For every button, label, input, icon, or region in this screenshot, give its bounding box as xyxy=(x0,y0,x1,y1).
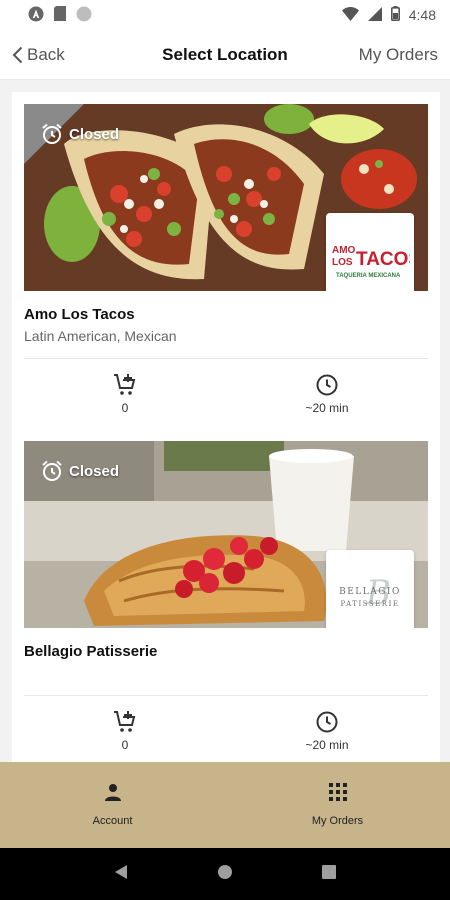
top-navigation-bar: Back Select Location My Orders xyxy=(0,30,450,80)
app-notification-icon xyxy=(28,6,44,25)
bottom-nav-account[interactable]: Account xyxy=(0,762,225,848)
wait-time: ~20 min xyxy=(305,401,349,415)
clock-icon xyxy=(316,374,338,396)
location-list-panel: Closed AMO LOS TACOS TAQUERIA MEXICANA A… xyxy=(12,92,440,762)
logo-text-tacos: TACOS xyxy=(356,249,410,270)
clock-time: 4:48 xyxy=(408,7,436,23)
person-icon xyxy=(104,784,121,801)
recents-square-icon[interactable] xyxy=(321,864,336,884)
closed-badge: Closed xyxy=(40,122,119,146)
location-card-amo-los-tacos[interactable]: Closed AMO LOS TACOS TAQUERIA MEXICANA A… xyxy=(24,104,428,429)
wifi-icon xyxy=(341,6,359,24)
location-image: Closed AMO LOS TACOS TAQUERIA MEXICANA xyxy=(24,104,428,291)
back-triangle-icon[interactable] xyxy=(114,864,128,885)
add-to-cart-icon xyxy=(114,711,136,732)
chevron-left-icon xyxy=(12,46,23,63)
location-image: Closed B BELLAGIO PATISSERIE xyxy=(24,441,428,628)
add-to-cart-icon xyxy=(114,374,136,395)
location-cuisine xyxy=(24,665,428,683)
location-list: Closed AMO LOS TACOS TAQUERIA MEXICANA A… xyxy=(0,80,450,762)
location-card-bellagio-patisserie[interactable]: Closed B BELLAGIO PATISSERIE Bellagio Pa… xyxy=(24,441,428,762)
status-label: Closed xyxy=(69,125,120,143)
sim-card-icon xyxy=(54,6,66,24)
bottom-navigation: Account My Orders xyxy=(0,762,450,848)
my-orders-link[interactable]: My Orders xyxy=(359,45,438,65)
cart-stat: 0 xyxy=(24,710,226,752)
location-cuisine: Latin American, Mexican xyxy=(24,328,177,344)
clock-icon xyxy=(316,711,338,733)
alarm-clock-icon xyxy=(42,460,62,481)
account-label: Account xyxy=(92,815,133,827)
back-button[interactable]: Back xyxy=(12,45,65,65)
wait-time: ~20 min xyxy=(305,738,349,752)
alarm-clock-icon xyxy=(42,123,62,144)
bottom-nav-my-orders[interactable]: My Orders xyxy=(225,762,450,848)
wait-time-stat: ~20 min xyxy=(226,373,428,415)
status-label: Closed xyxy=(69,462,120,480)
logo-text-los: LOS xyxy=(332,257,353,268)
battery-icon xyxy=(390,6,400,24)
cart-count: 0 xyxy=(121,738,129,752)
cart-stat: 0 xyxy=(24,373,226,415)
logo-text-amo: AMO xyxy=(332,245,356,256)
bellagio-patisserie-logo: B BELLAGIO PATISSERIE xyxy=(326,550,414,628)
grid-icon xyxy=(328,783,347,801)
system-navigation-bar xyxy=(0,848,450,900)
status-bar: 4:48 xyxy=(0,0,450,30)
location-stats: 0 ~20 min xyxy=(24,696,428,762)
logo-text-bellagio: BELLAGIO xyxy=(339,587,401,597)
home-circle-icon[interactable] xyxy=(217,864,233,885)
logo-text-patisserie: PATISSERIE xyxy=(341,600,400,608)
location-name: Bellagio Patisserie xyxy=(24,643,158,660)
cart-count: 0 xyxy=(121,401,129,415)
closed-badge: Closed xyxy=(40,459,119,483)
location-stats: 0 ~20 min xyxy=(24,359,428,429)
circle-status-icon xyxy=(76,6,92,25)
logo-text-taqueria: TAQUERIA MEXICANA xyxy=(336,273,401,279)
cellular-signal-icon xyxy=(367,6,382,24)
location-name: Amo Los Tacos xyxy=(24,306,135,323)
back-label: Back xyxy=(27,44,65,64)
my-orders-label: My Orders xyxy=(311,815,364,827)
wait-time-stat: ~20 min xyxy=(226,710,428,752)
amo-los-tacos-logo: AMO LOS TACOS TAQUERIA MEXICANA xyxy=(326,213,414,291)
